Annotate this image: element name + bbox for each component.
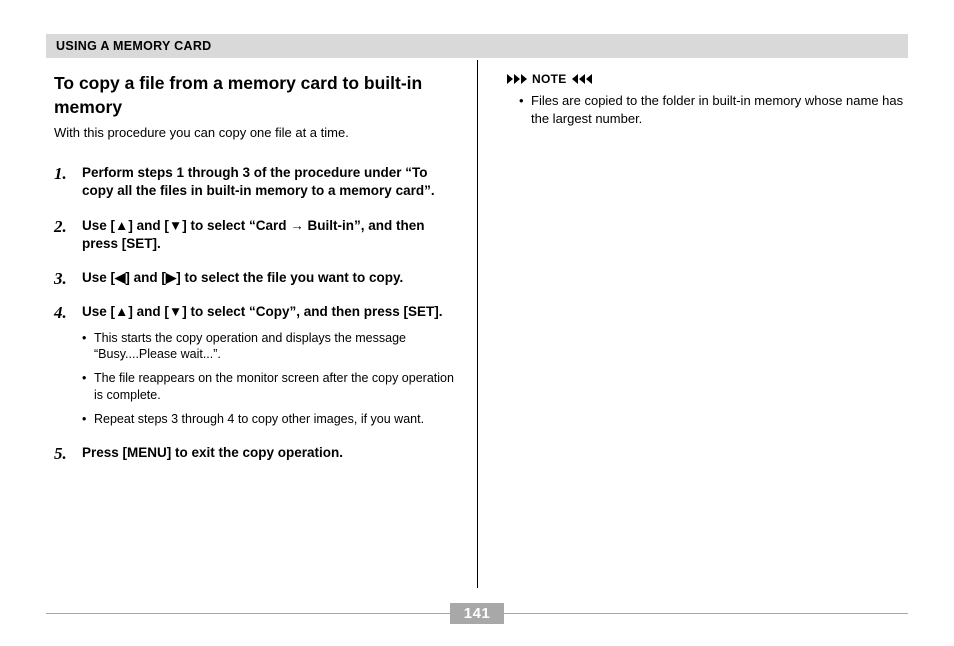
substep-item: The file reappears on the monitor screen…: [82, 370, 455, 404]
left-column: To copy a file from a memory card to bui…: [46, 72, 477, 478]
topic-title: To copy a file from a memory card to bui…: [54, 72, 455, 119]
step-item: Press [MENU] to exit the copy operation.: [54, 444, 455, 462]
footer-rule: [504, 613, 908, 614]
note-decor-right-icon: [507, 74, 527, 84]
page-footer: 141: [46, 603, 908, 624]
note-decor-left-icon: [572, 74, 592, 84]
note-item: Files are copied to the folder in built-…: [519, 92, 908, 127]
step-item: Use [▲] and [▼] to select “Card → Built-…: [54, 217, 455, 253]
step-text: Use [▲] and [▼] to select “Card → Built-…: [82, 217, 455, 253]
substep-item: This starts the copy operation and displ…: [82, 330, 455, 364]
page-number: 141: [450, 603, 505, 624]
steps-list: Perform steps 1 through 3 of the procedu…: [54, 164, 455, 462]
step-text: Use [◀] and [▶] to select the file you w…: [82, 269, 455, 287]
step-text: Perform steps 1 through 3 of the procedu…: [82, 164, 455, 200]
right-column: NOTE Files are copied to the folder in b…: [477, 72, 908, 478]
step-item: Perform steps 1 through 3 of the procedu…: [54, 164, 455, 200]
step-item: Use [▲] and [▼] to select “Copy”, and th…: [54, 303, 455, 428]
substep-item: Repeat steps 3 through 4 to copy other i…: [82, 411, 455, 428]
topic-intro: With this procedure you can copy one fil…: [54, 125, 455, 140]
column-divider: [477, 60, 478, 588]
step-item: Use [◀] and [▶] to select the file you w…: [54, 269, 455, 287]
note-list: Files are copied to the folder in built-…: [507, 92, 908, 127]
footer-rule: [46, 613, 450, 614]
note-heading: NOTE: [507, 72, 908, 86]
step-text: Press [MENU] to exit the copy operation.: [82, 444, 455, 462]
section-header: USING A MEMORY CARD: [46, 34, 908, 58]
note-label: NOTE: [532, 72, 567, 86]
step-text: Use [▲] and [▼] to select “Copy”, and th…: [82, 303, 455, 321]
substep-list: This starts the copy operation and displ…: [82, 330, 455, 428]
